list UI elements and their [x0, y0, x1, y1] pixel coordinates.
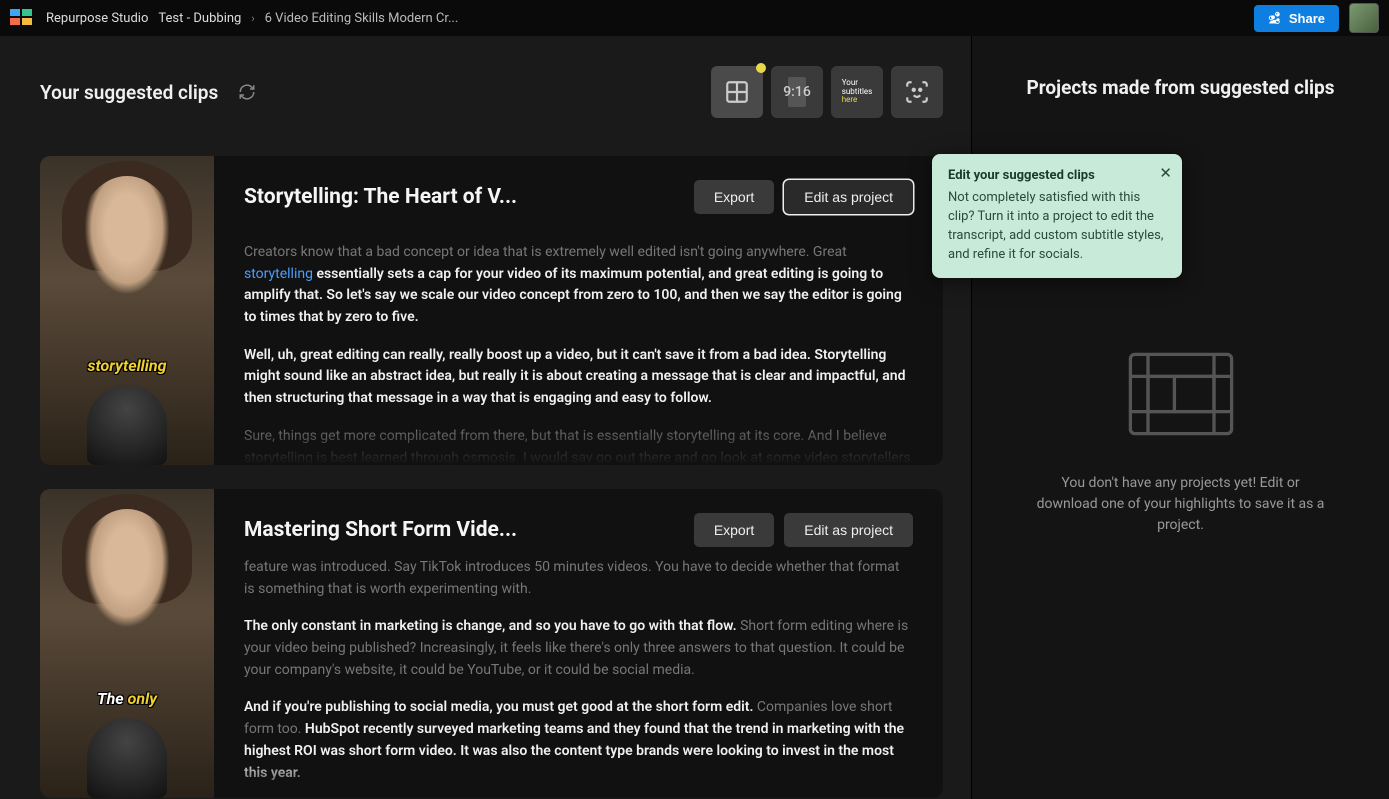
clip-body: Mastering Short Form Vide... Export Edit…	[214, 489, 943, 798]
subtitles-button[interactable]: Your subtitles here	[831, 66, 883, 118]
aspect-ratio-label: 9:16	[783, 84, 811, 100]
clip-body: Storytelling: The Heart of V... Export E…	[214, 156, 943, 465]
right-pane: Projects made from suggested clips ✕ Edi…	[971, 36, 1389, 799]
export-button[interactable]: Export	[694, 180, 774, 214]
clip-card: The only Mastering Short Form Vide... Ex…	[40, 489, 943, 798]
breadcrumb-root[interactable]: Repurpose Studio	[46, 11, 148, 26]
share-button[interactable]: Share	[1254, 5, 1339, 32]
breadcrumb-folder[interactable]: Test - Dubbing	[158, 11, 241, 26]
edit-tooltip: ✕ Edit your suggested clips Not complete…	[932, 154, 1182, 278]
edit-as-project-button[interactable]: Edit as project	[784, 513, 913, 547]
edit-as-project-button[interactable]: Edit as project	[784, 180, 913, 214]
topbar-left: Repurpose Studio Test - Dubbing › 6 Vide…	[10, 9, 458, 27]
avatar[interactable]	[1349, 3, 1379, 33]
clip-thumbnail[interactable]: storytelling	[40, 156, 214, 465]
layout-tool-button[interactable]	[711, 66, 763, 118]
empty-text: You don't have any projects yet! Edit or…	[1012, 473, 1349, 536]
layout-icon	[724, 79, 750, 105]
topbar-right: Share	[1254, 3, 1379, 33]
page-title: Your suggested clips	[40, 81, 218, 104]
chevron-right-icon: ›	[251, 12, 254, 25]
thumbnail-caption: storytelling	[40, 356, 214, 375]
tooltip-body: Not completely satisfied with this clip?…	[948, 189, 1166, 264]
breadcrumb: Repurpose Studio Test - Dubbing › 6 Vide…	[46, 11, 458, 26]
transcript: Creators know that a bad concept or idea…	[244, 242, 913, 465]
face-detect-button[interactable]	[891, 66, 943, 118]
left-pane: Your suggested clips 9:16 Your subtitles…	[0, 36, 971, 799]
transcript: feature was introduced. Say TikTok intro…	[244, 557, 913, 798]
header-row: Your suggested clips 9:16 Your subtitles…	[40, 66, 943, 118]
app-logo[interactable]	[10, 9, 34, 27]
clip-thumbnail[interactable]: The only	[40, 489, 214, 798]
keyword-link[interactable]: storytelling	[244, 266, 313, 282]
toolbar: 9:16 Your subtitles here	[711, 66, 943, 118]
share-label: Share	[1289, 11, 1325, 26]
projects-title: Projects made from suggested clips	[1012, 76, 1349, 99]
aspect-ratio-button[interactable]: 9:16	[771, 66, 823, 118]
empty-state: You don't have any projects yet! Edit or…	[1012, 349, 1349, 536]
clip-title: Mastering Short Form Vide...	[244, 518, 517, 542]
share-icon	[1268, 11, 1283, 26]
subtitles-preview: Your subtitles here	[842, 79, 873, 105]
export-button[interactable]: Export	[694, 513, 774, 547]
breadcrumb-current: 6 Video Editing Skills Modern Cr...	[265, 11, 459, 26]
clip-title: Storytelling: The Heart of V...	[244, 185, 517, 209]
topbar: Repurpose Studio Test - Dubbing › 6 Vide…	[0, 0, 1389, 36]
thumbnail-caption: The only	[40, 689, 214, 708]
film-icon	[1126, 349, 1236, 439]
main: Your suggested clips 9:16 Your subtitles…	[0, 36, 1389, 799]
notification-badge-icon	[756, 63, 766, 73]
close-icon[interactable]: ✕	[1159, 164, 1172, 182]
tooltip-title: Edit your suggested clips	[948, 168, 1166, 183]
clip-card: storytelling Storytelling: The Heart of …	[40, 156, 943, 465]
face-scan-icon	[904, 79, 930, 105]
refresh-icon[interactable]	[238, 83, 256, 101]
